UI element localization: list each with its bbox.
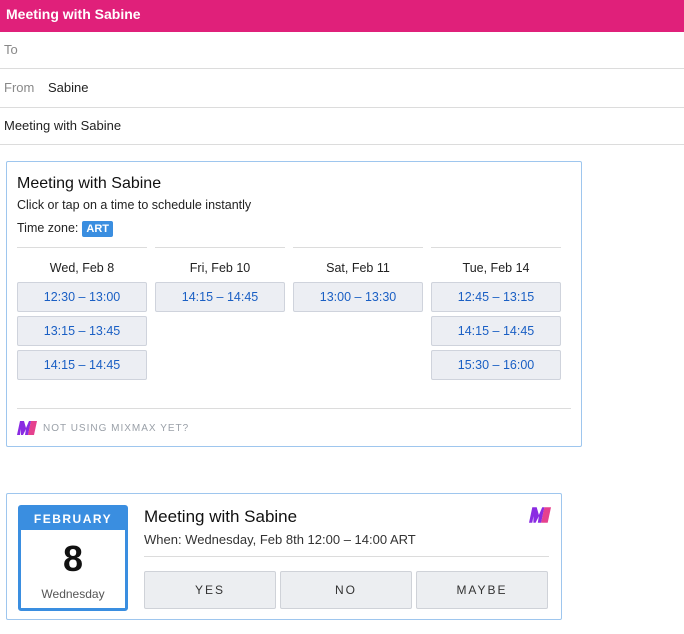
time-slot-button[interactable]: 12:30 – 13:00 <box>17 282 147 312</box>
day-header: Wed, Feb 8 <box>49 261 115 275</box>
calendar-weekday: Wednesday <box>41 587 105 601</box>
day-column: Wed, Feb 8 12:30 – 13:00 13:15 – 13:45 1… <box>17 247 147 380</box>
day-header: Tue, Feb 14 <box>462 261 530 275</box>
subject-value[interactable]: Meeting with Sabine <box>4 118 121 133</box>
time-slot-button[interactable]: 14:15 – 14:45 <box>17 350 147 380</box>
scheduler-footer: NOT USING MIXMAX YET? <box>17 408 571 447</box>
from-value[interactable]: Sabine <box>48 80 88 95</box>
time-slot-button[interactable]: 13:00 – 13:30 <box>293 282 423 312</box>
calendar-date-badge: FEBRUARY 8 Wednesday <box>18 505 128 611</box>
event-when: When: Wednesday, Feb 8th 12:00 – 14:00 A… <box>144 532 416 547</box>
timezone-row: Time zone: ART <box>17 221 113 237</box>
from-label: From <box>4 80 35 95</box>
to-label: To <box>4 42 18 57</box>
day-header: Sat, Feb 11 <box>326 261 390 275</box>
scheduler-subtitle: Click or tap on a time to schedule insta… <box>17 198 252 212</box>
time-slot-button[interactable]: 14:15 – 14:45 <box>431 316 561 346</box>
event-card: FEBRUARY 8 Wednesday Meeting with Sabine… <box>6 493 562 620</box>
time-slot-button[interactable]: 14:15 – 14:45 <box>155 282 285 312</box>
calendar-month: FEBRUARY <box>21 508 125 530</box>
calendar-day: 8 <box>62 538 84 579</box>
subject-field[interactable]: Meeting with Sabine <box>0 108 684 145</box>
mixmax-logo-icon[interactable] <box>529 507 551 523</box>
day-column: Sat, Feb 11 13:00 – 13:30 <box>293 247 423 312</box>
rsvp-maybe-button[interactable]: MAYBE <box>416 571 548 609</box>
scheduler-title: Meeting with Sabine <box>17 175 162 192</box>
window-title: Meeting with Sabine <box>0 0 684 32</box>
from-field[interactable]: From Sabine <box>0 69 684 108</box>
time-slot-button[interactable]: 12:45 – 13:15 <box>431 282 561 312</box>
timezone-badge[interactable]: ART <box>82 221 113 237</box>
rsvp-no-button[interactable]: NO <box>280 571 412 609</box>
day-column: Fri, Feb 10 14:15 – 14:45 <box>155 247 285 312</box>
not-using-mixmax-link[interactable]: NOT USING MIXMAX YET? <box>43 423 189 434</box>
scheduler-card: Meeting with Sabine Click or tap on a ti… <box>6 161 582 447</box>
time-slot-button[interactable]: 13:15 – 13:45 <box>17 316 147 346</box>
timezone-label: Time zone: <box>17 221 79 235</box>
to-field[interactable]: To <box>0 32 684 69</box>
rsvp-yes-button[interactable]: YES <box>144 571 276 609</box>
time-slot-button[interactable]: 15:30 – 16:00 <box>431 350 561 380</box>
day-column: Tue, Feb 14 12:45 – 13:15 14:15 – 14:45 … <box>431 247 561 380</box>
day-header: Fri, Feb 10 <box>189 261 251 275</box>
mixmax-logo-icon[interactable] <box>17 421 37 435</box>
divider <box>144 556 549 557</box>
event-title: Meeting with Sabine <box>144 507 298 526</box>
